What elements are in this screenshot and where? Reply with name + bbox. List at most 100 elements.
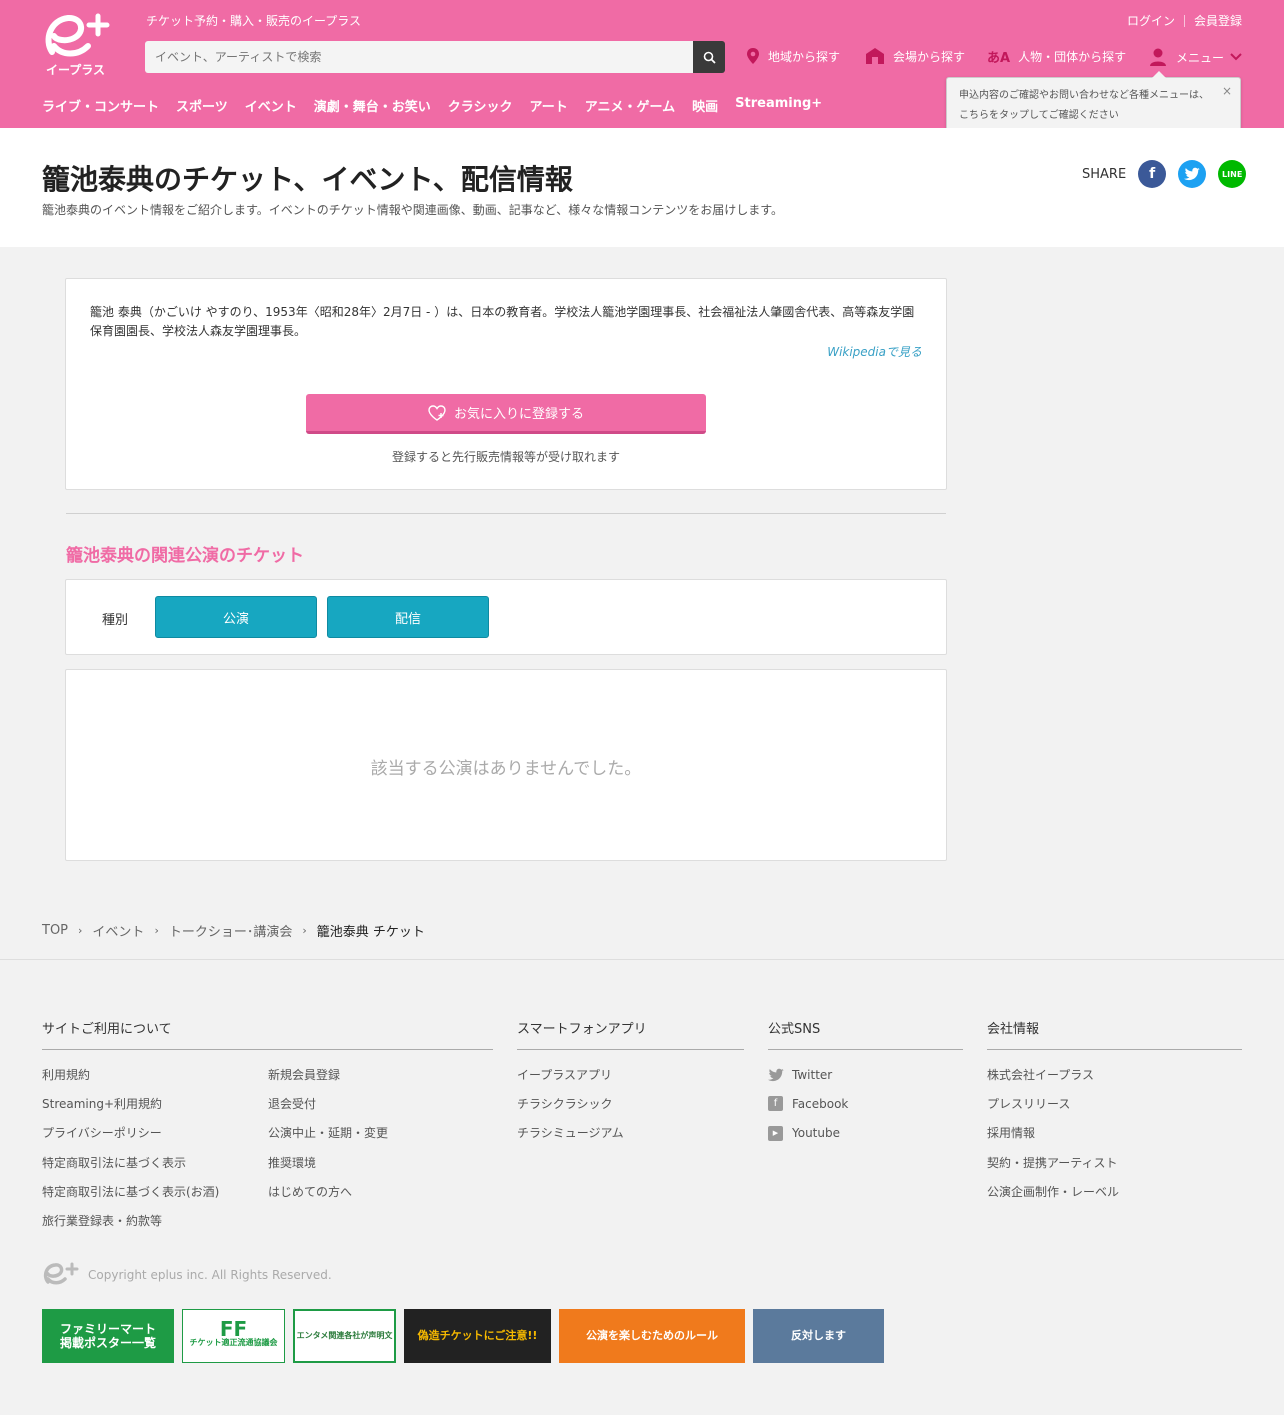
footer-link-artists[interactable]: 契約・提携アーティスト	[987, 1148, 1119, 1177]
nav-person[interactable]: あA 人物・団体から探す	[987, 47, 1126, 66]
category-streaming[interactable]: Streaming+	[735, 96, 822, 115]
category-nav: ライブ・コンサート スポーツ イベント 演劇・舞台・お笑い クラシック アート …	[42, 96, 839, 115]
footer-link-withdraw[interactable]: 退会受付	[268, 1089, 388, 1118]
tooltip-line-2: こちらをタップしてご確認ください	[959, 110, 1119, 121]
nav-venue-label: 会場から探す	[893, 49, 966, 64]
footer-link-chirashi-museum[interactable]: チラシミュージアム	[517, 1119, 624, 1148]
svg-text:イープラス: イープラス	[46, 62, 105, 76]
account-links: ログイン 会員登録	[1127, 12, 1242, 29]
facebook-share-icon[interactable]: f	[1138, 160, 1167, 188]
eplus-mini-logo	[43, 1262, 79, 1285]
footer-app-column: スマートフォンアプリ	[517, 1018, 744, 1050]
banner-familymart[interactable]: ファミリーマート 掲載ポスター一覧	[42, 1309, 174, 1363]
footer-link-chirashi-classic[interactable]: チラシクラシック	[517, 1089, 624, 1118]
nav-venue[interactable]: 会場から探す	[865, 47, 965, 65]
footer-app-links: イープラスアプリ チラシクラシック チラシミュージアム	[517, 1060, 624, 1148]
wikipedia-link[interactable]: Wikipediaで見る	[827, 343, 922, 360]
chevron-right-icon: ›	[78, 924, 83, 937]
category-art[interactable]: アート	[530, 96, 568, 115]
category-classic[interactable]: クラシック	[448, 96, 513, 115]
facebook-icon: f	[768, 1096, 783, 1112]
banner-ticket-council-label: チケット適正流通協議会	[189, 1338, 278, 1347]
footer-company-title: 会社情報	[987, 1018, 1242, 1050]
footer-link-cancel[interactable]: 公演中止・延期・変更	[268, 1119, 388, 1148]
filter-streaming-button[interactable]: 配信	[327, 596, 489, 638]
footer-site-title: サイトご利用について	[42, 1018, 493, 1050]
chevron-right-icon: ›	[302, 924, 307, 937]
share-bar: SHARE f LINE	[1082, 160, 1247, 188]
close-icon[interactable]: ×	[1222, 81, 1232, 101]
footer-link-commerce-alcohol[interactable]: 特定商取引法に基づく表示(お酒)	[42, 1177, 219, 1206]
twitter-label: Twitter	[792, 1067, 833, 1082]
footer-link-beginners[interactable]: はじめての方へ	[268, 1177, 388, 1206]
copyright: Copyright eplus inc. All Rights Reserved…	[42, 1262, 332, 1288]
banner-entame-statement[interactable]: エンタメ関連各社が声明文	[293, 1309, 396, 1363]
category-event[interactable]: イベント	[245, 96, 297, 115]
nav-area[interactable]: 地域から探す	[746, 47, 840, 65]
footer-link-streaming-terms[interactable]: Streaming+利用規約	[42, 1089, 219, 1118]
title-band: 籠池泰典のチケット、イベント、配信情報 籠池泰典のイベント情報をご紹介します。イ…	[0, 128, 1284, 247]
filter-performance-button[interactable]: 公演	[155, 596, 317, 638]
breadcrumb-event[interactable]: イベント	[92, 921, 144, 940]
page-description: 籠池泰典のイベント情報をご紹介します。イベントのチケット情報や関連画像、動画、記…	[42, 203, 784, 217]
breadcrumb-current: 籠池泰典 チケット	[316, 925, 425, 940]
facebook-label: Facebook	[792, 1096, 849, 1111]
banner-ticket-council[interactable]: FF チケット適正流通協議会	[182, 1309, 285, 1363]
category-sports[interactable]: スポーツ	[176, 96, 228, 115]
banner-rules[interactable]: 公演を楽しむためのルール	[559, 1309, 745, 1363]
footer-link-travel[interactable]: 旅行業登録表・約款等	[42, 1206, 219, 1235]
favorite-note: 登録すると先行販売情報等が受け取れます	[391, 450, 620, 464]
favorite-button-label: お気に入りに登録する	[453, 407, 584, 422]
breadcrumb-top[interactable]: TOP	[42, 923, 68, 938]
eplus-logo[interactable]: イープラス	[42, 12, 116, 76]
login-link[interactable]: ログイン	[1127, 12, 1175, 29]
search-button[interactable]	[693, 41, 725, 73]
venue-icon	[865, 47, 885, 65]
footer-link-youtube[interactable]: ▶ Youtube	[768, 1119, 848, 1148]
profile-card: 籠池 泰典（かごいけ やすのり、1953年〈昭和28年〉2月7日 - ）は、日本…	[65, 278, 947, 490]
footer-site-column: サイトご利用について	[42, 1018, 493, 1050]
footer-company-links: 株式会社イープラス プレスリリース 採用情報 契約・提携アーティスト 公演企画制…	[987, 1060, 1119, 1206]
footer-link-app[interactable]: イープラスアプリ	[517, 1060, 624, 1089]
footer-site-links-b: 新規会員登録 退会受付 公演中止・延期・変更 推奨環境 はじめての方へ	[268, 1060, 388, 1206]
filter-card: 種別 公演 配信	[65, 579, 947, 655]
menu-tooltip[interactable]: 申込内容のご確認やお問い合わせなど各種メニューは、 こちらをタップしてご確認くだ…	[946, 71, 1241, 133]
banner-resale-oppose[interactable]: 反対します	[753, 1309, 884, 1363]
category-live[interactable]: ライブ・コンサート	[42, 96, 159, 115]
footer-link-commerce[interactable]: 特定商取引法に基づく表示	[42, 1148, 219, 1177]
map-pin-icon	[746, 47, 760, 65]
nav-menu[interactable]: メニュー	[1148, 47, 1242, 67]
search-input[interactable]	[145, 41, 694, 73]
footer-site-links-a: 利用規約 Streaming+利用規約 プライバシーポリシー 特定商取引法に基づ…	[42, 1060, 219, 1236]
breadcrumb: TOP › イベント › トークショー･講演会 › 籠池泰典 チケット	[42, 921, 425, 940]
favorite-button[interactable]: お気に入りに登録する	[306, 394, 706, 434]
nav-menu-label: メニュー	[1176, 50, 1225, 65]
footer-sns-links: Twitter f Facebook ▶ Youtube	[768, 1060, 848, 1148]
nav-area-label: 地域から探す	[768, 49, 841, 64]
category-anime[interactable]: アニメ・ゲーム	[585, 96, 675, 115]
banner-row: ファミリーマート 掲載ポスター一覧 FF チケット適正流通協議会 エンタメ関連各…	[42, 1309, 892, 1363]
register-link[interactable]: 会員登録	[1194, 12, 1242, 29]
footer-link-terms[interactable]: 利用規約	[42, 1060, 219, 1089]
tooltip-line-1: 申込内容のご確認やお問い合わせなど各種メニューは、	[959, 90, 1209, 101]
footer-link-signup[interactable]: 新規会員登録	[268, 1060, 388, 1089]
person-search-icon: あA	[987, 51, 1011, 66]
footer-link-company[interactable]: 株式会社イープラス	[987, 1060, 1119, 1089]
footer-link-twitter[interactable]: Twitter	[768, 1060, 848, 1089]
footer-link-environment[interactable]: 推奨環境	[268, 1148, 388, 1177]
footer-link-press[interactable]: プレスリリース	[987, 1089, 1119, 1118]
page-title: 籠池泰典のチケット、イベント、配信情報	[42, 163, 573, 196]
line-share-icon[interactable]: LINE	[1218, 160, 1247, 188]
breadcrumb-talkshow[interactable]: トークショー･講演会	[169, 921, 293, 940]
footer-link-facebook[interactable]: f Facebook	[768, 1089, 848, 1118]
footer-link-privacy[interactable]: プライバシーポリシー	[42, 1119, 219, 1148]
twitter-icon	[768, 1068, 784, 1081]
twitter-share-icon[interactable]	[1178, 160, 1207, 188]
banner-fake-ticket[interactable]: 偽造チケットにご注意!!	[404, 1309, 551, 1363]
footer-link-label[interactable]: 公演企画制作・レーベル	[987, 1177, 1119, 1206]
footer-link-recruit[interactable]: 採用情報	[987, 1119, 1119, 1148]
footer-sns-title: 公式SNS	[768, 1018, 963, 1050]
category-theater[interactable]: 演劇・舞台・お笑い	[314, 96, 431, 115]
category-movie[interactable]: 映画	[692, 96, 718, 115]
youtube-icon: ▶	[768, 1125, 783, 1141]
